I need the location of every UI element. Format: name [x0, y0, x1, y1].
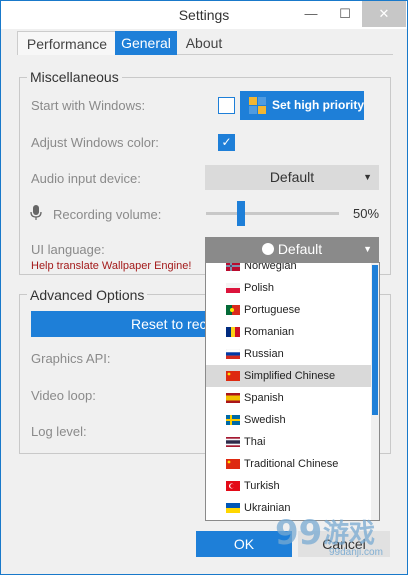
- language-option-label: Swedish: [244, 414, 286, 426]
- language-option-traditional-chinese[interactable]: Traditional Chinese: [206, 453, 371, 475]
- ui-language-value: Default: [277, 241, 323, 257]
- recording-volume-slider[interactable]: [206, 212, 339, 215]
- spain-flag-icon: [226, 393, 240, 403]
- language-option-label: Turkish: [244, 480, 280, 492]
- minimize-button[interactable]: —: [294, 1, 328, 27]
- norway-flag-icon: [226, 263, 240, 271]
- tab-performance[interactable]: Performance: [17, 31, 117, 55]
- ui-language-select[interactable]: Default ▼: [205, 237, 379, 262]
- language-option-label: Norwegian: [244, 262, 297, 272]
- audio-input-device-label: Audio input device:: [31, 171, 141, 186]
- romania-flag-icon: [226, 327, 240, 337]
- sweden-flag-icon: [226, 415, 240, 425]
- language-option-label: Spanish: [244, 392, 284, 404]
- settings-window: Settings — ☐ ✕ Performance General About…: [0, 0, 408, 575]
- language-option-label: Portuguese: [244, 304, 301, 316]
- language-option-label: Simplified Chinese: [244, 370, 336, 382]
- video-loop-label: Video loop:: [31, 388, 96, 403]
- start-with-windows-checkbox[interactable]: [218, 97, 235, 114]
- dropdown-scrollbar[interactable]: [371, 263, 379, 520]
- close-button[interactable]: ✕: [362, 1, 406, 27]
- advanced-options-title: Advanced Options: [27, 287, 148, 303]
- tab-general[interactable]: General: [115, 31, 177, 55]
- russia-flag-icon: [226, 349, 240, 359]
- microphone-icon: [30, 205, 42, 220]
- chevron-down-icon: ▼: [363, 244, 372, 254]
- taiwan-flag-icon: [226, 459, 240, 469]
- steam-icon: [261, 243, 274, 255]
- language-option-russian[interactable]: Russian: [206, 343, 371, 365]
- language-option-swedish[interactable]: Swedish: [206, 409, 371, 431]
- language-option-polish[interactable]: Polish: [206, 277, 371, 299]
- language-option-label: Thai: [244, 436, 266, 448]
- shield-icon: [249, 97, 266, 114]
- audio-input-device-select[interactable]: Default ▼: [205, 165, 379, 190]
- tab-about[interactable]: About: [179, 31, 229, 55]
- poland-flag-icon: [226, 283, 240, 293]
- audio-input-device-value: Default: [269, 169, 315, 185]
- set-high-priority-label: Set high priority: [272, 98, 365, 112]
- portugal-flag-icon: [226, 305, 240, 315]
- ui-language-label: UI language:: [31, 242, 105, 257]
- adjust-windows-color-label: Adjust Windows color:: [31, 135, 159, 150]
- watermark-url: 99danji.com: [329, 547, 383, 558]
- ukraine-flag-icon: [226, 503, 240, 513]
- china-flag-icon: [226, 371, 240, 381]
- checkmark-icon: ✓: [221, 135, 232, 149]
- help-translate-link[interactable]: Help translate Wallpaper Engine!: [31, 260, 191, 272]
- watermark-number: 99: [275, 513, 323, 553]
- language-dropdown-list[interactable]: Norwegian Polish Portuguese Romanian Rus…: [205, 262, 380, 521]
- language-option-spanish[interactable]: Spanish: [206, 387, 371, 409]
- start-with-windows-label: Start with Windows:: [31, 98, 146, 113]
- language-option-portuguese[interactable]: Portuguese: [206, 299, 371, 321]
- adjust-windows-color-checkbox[interactable]: ✓: [218, 134, 235, 151]
- chevron-down-icon: ▼: [363, 172, 372, 182]
- dropdown-scrollbar-thumb[interactable]: [372, 265, 378, 415]
- language-option-label: Romanian: [244, 326, 295, 338]
- recording-volume-label: Recording volume:: [53, 207, 162, 222]
- language-option-turkish[interactable]: Turkish: [206, 475, 371, 497]
- language-option-label: Russian: [244, 348, 284, 360]
- recording-volume-thumb[interactable]: [237, 201, 245, 226]
- watermark-text: 游戏: [323, 519, 376, 549]
- site-watermark: 99 游戏 99danji.com: [271, 507, 401, 569]
- set-high-priority-button[interactable]: Set high priority: [240, 91, 364, 120]
- turkey-flag-icon: [226, 481, 240, 491]
- language-option-label: Polish: [244, 282, 274, 294]
- thailand-flag-icon: [226, 437, 240, 447]
- maximize-button[interactable]: ☐: [328, 1, 362, 27]
- language-option-simplified-chinese[interactable]: Simplified Chinese: [206, 365, 371, 387]
- language-option-label: Traditional Chinese: [244, 458, 339, 470]
- log-level-label: Log level:: [31, 424, 87, 439]
- recording-volume-value: 50%: [353, 206, 380, 221]
- language-option-norwegian[interactable]: Norwegian: [206, 262, 371, 277]
- language-option-romanian[interactable]: Romanian: [206, 321, 371, 343]
- title-bar[interactable]: Settings — ☐ ✕: [1, 1, 407, 29]
- graphics-api-label: Graphics API:: [31, 351, 111, 366]
- miscellaneous-title: Miscellaneous: [27, 69, 122, 85]
- language-option-thai[interactable]: Thai: [206, 431, 371, 453]
